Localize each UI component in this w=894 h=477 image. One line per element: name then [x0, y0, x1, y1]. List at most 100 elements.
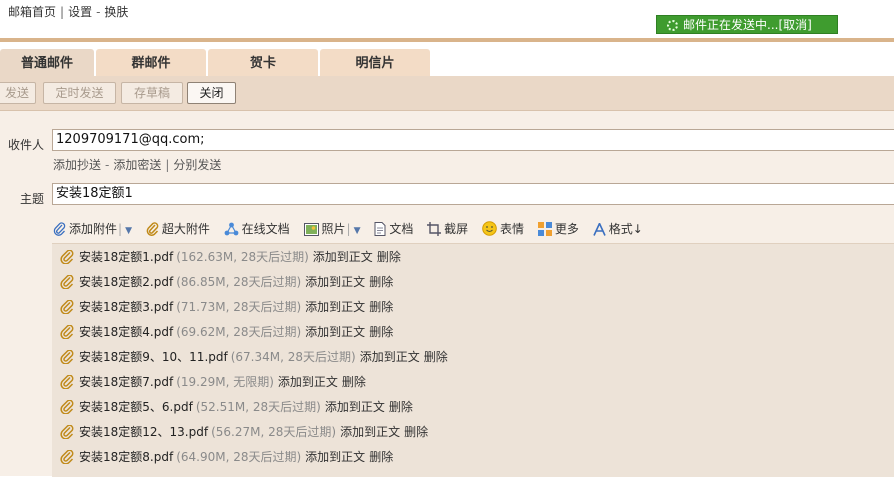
- top-nav: 邮箱首页 | 设置 - 换肤: [8, 3, 128, 20]
- list-item: 安装18定额12、13.pdf (56.27M, 28天后过期) 添加到正文 删除: [60, 422, 428, 442]
- paperclip-icon: [60, 400, 74, 414]
- tab-group-mail[interactable]: 群邮件: [96, 49, 206, 76]
- attachment-meta: (86.85M, 28天后过期): [176, 275, 302, 289]
- add-to-body-link[interactable]: 添加到正文: [278, 375, 338, 389]
- online-doc-label: 在线文档: [241, 222, 290, 236]
- compose-toolbar: 发送 定时发送 存草稿 关闭: [0, 76, 894, 111]
- paperclip-icon: [60, 375, 74, 389]
- attachment-list: 安装18定额1.pdf (162.63M, 28天后过期) 添加到正文 删除 安装18…: [52, 243, 894, 477]
- attachment-name[interactable]: 安装18定额12、13.pdf: [79, 425, 208, 439]
- screenshot-button[interactable]: 截屏: [427, 220, 468, 237]
- attachment-meta: (69.62M, 28天后过期): [176, 325, 302, 339]
- add-to-body-link[interactable]: 添加到正文: [313, 250, 373, 264]
- attachment-name[interactable]: 安装18定额9、10、11.pdf: [79, 350, 228, 364]
- chevron-down-icon[interactable]: ▼: [354, 226, 361, 236]
- delete-attachment-link[interactable]: 删除: [404, 425, 428, 439]
- smiley-icon: [482, 221, 497, 236]
- add-to-body-link[interactable]: 添加到正文: [340, 425, 400, 439]
- list-item: 安装18定额7.pdf (19.29M, 无限期) 添加到正文 删除: [60, 372, 366, 392]
- cancel-send-link[interactable]: [取消]: [778, 18, 811, 32]
- document-button[interactable]: 文档: [374, 220, 413, 237]
- screenshot-icon: [427, 222, 442, 236]
- chevron-down-icon[interactable]: ▼: [125, 226, 132, 236]
- separate-send-link[interactable]: 分别发送: [173, 158, 221, 172]
- send-button[interactable]: 发送: [0, 82, 36, 104]
- online-doc-button[interactable]: 在线文档: [224, 220, 290, 237]
- save-draft-button[interactable]: 存草稿: [121, 82, 183, 104]
- delete-attachment-link[interactable]: 删除: [377, 250, 401, 264]
- delete-attachment-link[interactable]: 删除: [369, 450, 393, 464]
- delete-attachment-link[interactable]: 删除: [342, 375, 366, 389]
- settings-link[interactable]: 设置: [68, 5, 92, 19]
- loading-spinner-icon: [667, 20, 678, 31]
- big-attachment-button[interactable]: 超大附件: [146, 220, 210, 237]
- add-to-body-link[interactable]: 添加到正文: [305, 450, 365, 464]
- add-to-body-link[interactable]: 添加到正文: [325, 400, 385, 414]
- attachment-toolbar: 添加附件| ▼ 超大附件 在线文档 照片| ▼ 文档 截屏 表情 更多 格式↓: [53, 220, 653, 238]
- delete-attachment-link[interactable]: 删除: [424, 350, 448, 364]
- attachment-name[interactable]: 安装18定额8.pdf: [79, 450, 173, 464]
- photo-button[interactable]: 照片| ▼: [303, 220, 361, 237]
- delete-attachment-link[interactable]: 删除: [369, 300, 393, 314]
- online-doc-icon: [224, 222, 239, 236]
- attachment-meta: (162.63M, 28天后过期): [176, 250, 309, 264]
- tab-postcard[interactable]: 明信片: [320, 49, 430, 76]
- paperclip-icon: [53, 222, 66, 236]
- attachment-meta: (52.51M, 28天后过期): [195, 400, 321, 414]
- format-button[interactable]: 格式↓: [592, 220, 643, 237]
- sending-status-text: 邮件正在发送中...: [683, 18, 779, 32]
- paperclip-icon: [60, 425, 74, 439]
- attachment-name[interactable]: 安装18定额2.pdf: [79, 275, 173, 289]
- photo-label: 照片: [321, 222, 346, 236]
- add-to-body-link[interactable]: 添加到正文: [305, 325, 365, 339]
- paperclip-icon: [60, 275, 74, 289]
- more-button[interactable]: 更多: [537, 220, 579, 237]
- photo-icon: [303, 223, 319, 236]
- grid-icon: [537, 222, 552, 236]
- list-item: 安装18定额4.pdf (69.62M, 28天后过期) 添加到正文 删除: [60, 322, 393, 342]
- attachment-meta: (67.34M, 28天后过期): [230, 350, 356, 364]
- attachment-name[interactable]: 安装18定额7.pdf: [79, 375, 173, 389]
- recipient-options: 添加抄送 - 添加密送 | 分别发送: [53, 156, 221, 173]
- list-item: 安装18定额9、10、11.pdf (67.34M, 28天后过期) 添加到正文 删除: [60, 347, 448, 367]
- sending-status-banner: 邮件正在发送中...[取消]: [656, 15, 838, 34]
- scheduled-send-button[interactable]: 定时发送: [43, 82, 116, 104]
- list-item: 安装18定额2.pdf (86.85M, 28天后过期) 添加到正文 删除: [60, 272, 393, 292]
- list-item: 安装18定额1.pdf (162.63M, 28天后过期) 添加到正文 删除: [60, 247, 401, 267]
- to-label: 收件人: [8, 138, 45, 152]
- delete-attachment-link[interactable]: 删除: [369, 275, 393, 289]
- mailbox-home-link[interactable]: 邮箱首页: [8, 5, 56, 19]
- attachment-name[interactable]: 安装18定额5、6.pdf: [79, 400, 193, 414]
- attachment-name[interactable]: 安装18定额4.pdf: [79, 325, 173, 339]
- add-to-body-link[interactable]: 添加到正文: [305, 275, 365, 289]
- to-field[interactable]: 1209709171@qq.com;: [52, 129, 894, 151]
- delete-attachment-link[interactable]: 删除: [369, 325, 393, 339]
- paperclip-icon: [60, 325, 74, 339]
- list-item: 安装18定额8.pdf (64.90M, 28天后过期) 添加到正文 删除: [60, 447, 393, 467]
- paperclip-icon: [60, 450, 74, 464]
- nav-separator: -: [96, 5, 101, 19]
- dropdown-divider: |: [118, 222, 123, 236]
- tab-normal-mail[interactable]: 普通邮件: [0, 49, 94, 76]
- subject-label: 主题: [20, 192, 45, 206]
- skin-link[interactable]: 换肤: [104, 5, 128, 19]
- attachment-name[interactable]: 安装18定额3.pdf: [79, 300, 173, 314]
- add-to-body-link[interactable]: 添加到正文: [305, 300, 365, 314]
- nav-separator: |: [60, 5, 65, 19]
- option-separator: -: [105, 158, 110, 172]
- emoji-button[interactable]: 表情: [482, 220, 524, 237]
- add-to-body-link[interactable]: 添加到正文: [360, 350, 420, 364]
- tab-greeting-card[interactable]: 贺卡: [208, 49, 318, 76]
- attachment-name[interactable]: 安装18定额1.pdf: [79, 250, 173, 264]
- add-cc-link[interactable]: 添加抄送: [53, 158, 101, 172]
- add-bcc-link[interactable]: 添加密送: [113, 158, 161, 172]
- document-label: 文档: [389, 222, 414, 236]
- add-attachment-button[interactable]: 添加附件| ▼: [53, 220, 132, 237]
- attachment-meta: (71.73M, 28天后过期): [176, 300, 302, 314]
- close-button[interactable]: 关闭: [187, 82, 236, 104]
- paperclip-icon: [60, 250, 74, 264]
- subject-field[interactable]: 安装18定额1: [52, 183, 894, 205]
- big-attachment-label: 超大附件: [161, 222, 210, 236]
- delete-attachment-link[interactable]: 删除: [389, 400, 413, 414]
- compose-type-tabs: 普通邮件 群邮件 贺卡 明信片: [0, 42, 894, 76]
